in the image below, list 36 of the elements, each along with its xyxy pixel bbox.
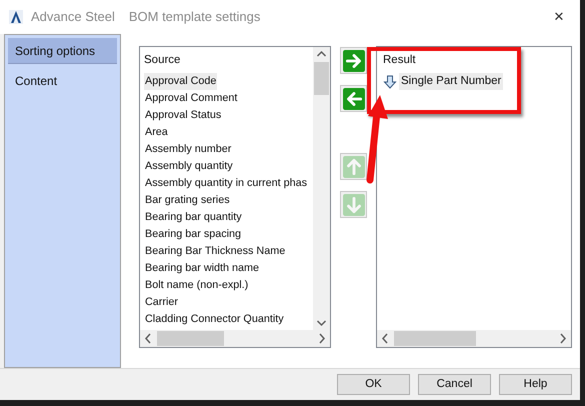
vertical-scrollbar[interactable] xyxy=(313,47,330,330)
horizontal-scrollbar[interactable] xyxy=(140,330,330,347)
move-button[interactable] xyxy=(340,47,367,74)
app-name: Advance Steel xyxy=(31,8,115,26)
sort-down-icon xyxy=(383,74,397,88)
list-item[interactable]: Bar grating series xyxy=(144,192,231,209)
list-item[interactable]: Carrier xyxy=(144,294,179,311)
list-item[interactable]: Area xyxy=(144,124,169,141)
dialog-button[interactable]: Help xyxy=(499,374,572,395)
list-item[interactable]: Assembly quantity xyxy=(144,158,234,175)
list-item[interactable]: Assembly number xyxy=(144,141,232,158)
list-item[interactable]: Bearing bar width name xyxy=(144,260,260,277)
list-item[interactable]: Bearing bar spacing xyxy=(144,226,242,243)
list-item[interactable]: Assembly quantity in current phas xyxy=(144,175,308,192)
logo-icon xyxy=(9,10,23,24)
window-title: BOM template settings xyxy=(128,8,260,26)
list-header: Source xyxy=(144,53,182,68)
list-header: Result xyxy=(383,53,417,68)
close-button[interactable]: ✕ xyxy=(547,5,571,29)
list-item[interactable]: Bearing bar quantity xyxy=(144,209,243,226)
scroll-thumb[interactable] xyxy=(394,331,476,346)
list-item[interactable]: Bolt name (non-expl.) xyxy=(144,277,250,294)
horizontal-scrollbar[interactable] xyxy=(377,330,571,347)
scroll-thumb[interactable] xyxy=(314,62,329,95)
scroll-thumb[interactable] xyxy=(157,331,224,346)
list-item[interactable]: Approval Comment xyxy=(144,90,238,107)
sidebar-item[interactable]: Content xyxy=(8,68,117,94)
list-item[interactable]: Approval Code xyxy=(144,73,218,90)
list-item[interactable]: Approval Status xyxy=(144,107,222,124)
list-item[interactable]: Cladding Connector Quantity xyxy=(144,311,285,328)
list-item[interactable]: Single Part Number xyxy=(399,73,504,90)
list-item[interactable]: Bearing Bar Thickness Name xyxy=(144,243,286,260)
dialog-button[interactable]: OK xyxy=(337,374,410,395)
dialog-button[interactable]: Cancel xyxy=(418,374,491,395)
move-button[interactable] xyxy=(340,85,367,112)
sidebar-item[interactable]: Sorting options xyxy=(8,38,117,64)
